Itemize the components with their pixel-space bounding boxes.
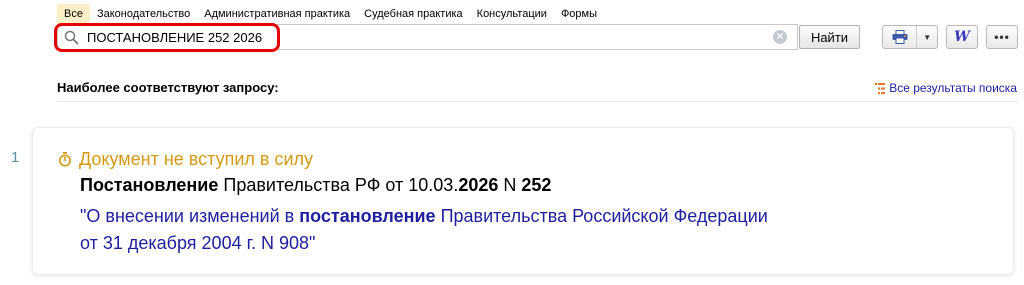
tab-administrative-practice[interactable]: Административная практика bbox=[197, 4, 357, 24]
search-input[interactable] bbox=[87, 25, 767, 49]
printer-icon bbox=[892, 30, 908, 44]
find-button[interactable]: Найти bbox=[799, 25, 860, 49]
title-part-5: 252 bbox=[521, 175, 552, 195]
link-part-3: Правительства Российской Федерации bbox=[435, 206, 768, 226]
more-button[interactable]: ••• bbox=[986, 25, 1018, 49]
divider bbox=[57, 101, 1018, 102]
timer-icon bbox=[59, 152, 71, 167]
link-part-2: постановление bbox=[299, 206, 436, 226]
list-icon bbox=[875, 82, 886, 94]
tab-forms[interactable]: Формы bbox=[554, 4, 604, 24]
document-link-line-2[interactable]: от 31 декабря 2004 г. N 908" bbox=[80, 230, 930, 257]
clear-icon[interactable]: ✕ bbox=[773, 30, 787, 44]
link-part-1: "О внесении изменений в bbox=[80, 206, 300, 226]
tab-judicial-practice[interactable]: Судебная практика bbox=[357, 4, 469, 24]
tab-all[interactable]: Все bbox=[57, 4, 90, 24]
title-part-1: Постановление bbox=[80, 175, 219, 195]
status-text: Документ не вступил в силу bbox=[79, 149, 314, 169]
document-link[interactable]: "О внесении изменений в постановление Пр… bbox=[80, 203, 930, 257]
result-status: Документ не вступил в силу bbox=[58, 149, 313, 170]
title-part-4: N bbox=[498, 175, 522, 195]
print-button[interactable]: ▼ bbox=[882, 25, 938, 49]
title-part-2: Правительства РФ от 10.03. bbox=[218, 175, 459, 195]
document-link-line-1[interactable]: "О внесении изменений в постановление Пр… bbox=[80, 203, 930, 230]
all-results-link[interactable]: Все результаты поиска bbox=[875, 81, 1017, 95]
search-box: ✕ bbox=[57, 24, 798, 50]
more-icon: ••• bbox=[994, 30, 1010, 44]
search-icon bbox=[64, 30, 79, 45]
all-results-label[interactable]: Все результаты поиска bbox=[889, 81, 1017, 95]
best-match-title: Наиболее соответствуют запросу: bbox=[57, 80, 279, 95]
word-export-button[interactable]: W bbox=[946, 25, 978, 49]
print-main[interactable] bbox=[883, 26, 918, 48]
result-number: 1 bbox=[11, 149, 20, 166]
word-icon: W bbox=[954, 29, 970, 45]
tab-legislation[interactable]: Законодательство bbox=[90, 4, 197, 24]
search-tabs: Все Законодательство Административная пр… bbox=[57, 4, 604, 24]
document-title[interactable]: Постановление Правительства РФ от 10.03.… bbox=[80, 175, 551, 196]
tab-consultations[interactable]: Консультации bbox=[470, 4, 554, 24]
dropdown-arrow-icon[interactable]: ▼ bbox=[917, 26, 937, 48]
title-part-3: 2026 bbox=[458, 175, 499, 195]
